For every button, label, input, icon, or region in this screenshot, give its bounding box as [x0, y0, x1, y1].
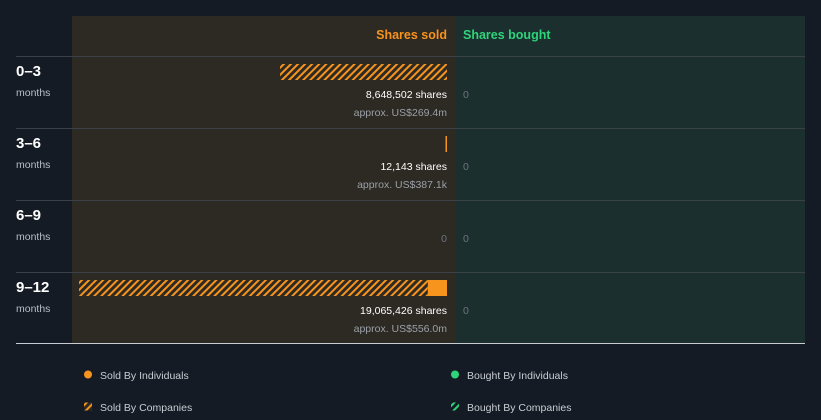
period-unit: months	[16, 303, 50, 315]
period-label: 6–9	[16, 207, 41, 224]
sold-value-label: approx. US$556.0m	[354, 323, 448, 335]
legend-label: Bought By Individuals	[467, 370, 568, 382]
bought-zero-label: 0	[463, 89, 469, 101]
period-unit: months	[16, 87, 50, 99]
legend-swatch	[84, 370, 92, 379]
bought-column-header: Shares bought	[463, 28, 551, 42]
legend-swatch	[451, 370, 459, 379]
bought-zero-label: 0	[463, 305, 469, 317]
sold-shares-label: 12,143 shares	[380, 161, 447, 173]
sold-by-individuals-bar	[427, 280, 447, 296]
legend-swatch-hatched	[84, 402, 92, 411]
period-label: 0–3	[16, 63, 41, 80]
sold-by-companies-bar	[280, 64, 447, 80]
sold-shares-label: 19,065,426 shares	[360, 305, 447, 317]
sold-value-label: approx. US$269.4m	[354, 107, 448, 119]
insider-trading-chart: Shares sold Shares bought 0–3 months 8,648…	[16, 16, 805, 414]
period-unit: months	[16, 231, 50, 243]
period-label: 3–6	[16, 135, 41, 152]
sold-value-label: approx. US$387.1k	[357, 179, 448, 191]
sold-by-companies-bar	[79, 280, 428, 296]
sold-by-individuals-bar	[445, 136, 447, 152]
sold-shares-label: 8,648,502 shares	[366, 89, 447, 101]
bought-zero-label: 0	[463, 161, 469, 173]
sold-column-header: Shares sold	[376, 28, 447, 42]
legend-label: Sold By Individuals	[100, 370, 189, 382]
bought-panel	[455, 16, 805, 343]
sold-zero-label: 0	[441, 233, 447, 245]
bought-zero-label: 0	[463, 233, 469, 245]
legend-label: Bought By Companies	[467, 402, 571, 414]
legend-swatch-hatched	[451, 402, 459, 411]
period-label: 9–12	[16, 279, 49, 296]
period-unit: months	[16, 159, 50, 171]
legend: Sold By Individuals Bought By Individuals…	[84, 370, 571, 414]
legend-label: Sold By Companies	[100, 402, 192, 414]
